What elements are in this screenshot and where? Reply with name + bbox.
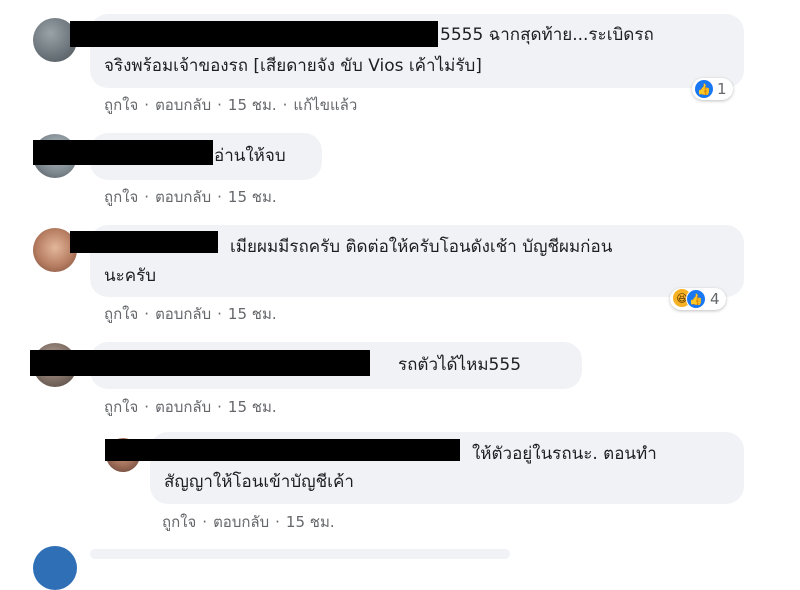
like-link[interactable]: ถูกใจ [104,305,138,323]
separator: · [144,398,150,416]
timestamp-link[interactable]: 15 ชม. [286,513,335,531]
timestamp-link[interactable]: 15 ชม. [228,188,277,206]
comment-bubble: อ่านให้จบ [33,133,322,180]
like-link[interactable]: ถูกใจ [104,398,138,416]
comment-text: เมียผมมีรถครับ ติดต่อให้ครับโอนดังเช้า บ… [230,237,613,257]
comment-text: อ่านให้จบ [214,146,286,166]
comment-bubble [90,549,510,559]
comment-text: สัญญาให้โอนเข้าบัญชีเค้า [164,472,354,492]
timestamp-link[interactable]: 15 ชม. [228,96,277,114]
reply-link[interactable]: ตอบกลับ [213,513,269,531]
timestamp-link[interactable]: 15 ชม. [228,398,277,416]
edited-label[interactable]: แก้ไขแล้ว [293,96,357,114]
timestamp-link[interactable]: 15 ชม. [228,305,277,323]
separator: · [282,96,288,114]
redacted-name [105,439,460,461]
like-link[interactable]: ถูกใจ [104,188,138,206]
separator: · [217,188,222,206]
thumbs-up-icon: 👍 [686,289,706,309]
reaction-count: 1 [717,80,727,98]
separator: · [144,96,150,114]
reply-link[interactable]: ตอบกลับ [155,305,211,323]
reaction-summary[interactable]: 👍 1 [692,78,733,100]
comment-text: 5555 ฉากสุดท้าย...ระเบิดรถ [440,25,654,45]
comment-text: ให้ตัวอยู่ในรถนะ. ตอนทำ [472,444,657,464]
reply-bubble: ให้ตัวอยู่ในรถนะ. ตอนทำ สัญญาให้โอนเข้าบ… [105,432,744,504]
separator: · [144,305,150,323]
separator: · [217,305,222,323]
comment-actions: ถูกใจ · ตอบกลับ · 15 ชม. [162,510,335,534]
avatar[interactable] [33,546,77,590]
separator: · [217,398,222,416]
reaction-summary[interactable]: 😆 👍 4 [670,288,726,310]
reaction-icons: 😆 👍 [673,289,706,309]
like-link[interactable]: ถูกใจ [162,513,196,531]
comment-text: นะครับ [104,266,157,286]
comment-text: จริงพร้อมเจ้าของรถ [เสียดายจัง ขับ Vios … [104,56,482,76]
comment-text: รถตัวได้ไหม555 [398,355,522,375]
reply-link[interactable]: ตอบกลับ [155,398,211,416]
like-link[interactable]: ถูกใจ [104,96,138,114]
separator: · [144,188,150,206]
comment-bubble: รถตัวได้ไหม555 [30,342,582,389]
comment-actions: ถูกใจ · ตอบกลับ · 15 ชม. · แก้ไขแล้ว [104,93,357,117]
comment-actions: ถูกใจ · ตอบกลับ · 15 ชม. [104,395,277,419]
redacted-name [33,140,213,165]
redacted-name [30,350,370,376]
reply-link[interactable]: ตอบกลับ [155,188,211,206]
reply-link[interactable]: ตอบกลับ [155,96,211,114]
separator: · [275,513,280,531]
redacted-name [70,21,438,47]
comment-actions: ถูกใจ · ตอบกลับ · 15 ชม. [104,302,277,326]
separator: · [217,96,222,114]
reaction-count: 4 [710,290,720,308]
comment-bubble: เมียผมมีรถครับ ติดต่อให้ครับโอนดังเช้า บ… [70,225,744,297]
separator: · [202,513,208,531]
comment-actions: ถูกใจ · ตอบกลับ · 15 ชม. [104,185,277,209]
redacted-name [70,231,218,253]
comment-bubble: 5555 ฉากสุดท้าย...ระเบิดรถ จริงพร้อมเจ้า… [70,14,744,88]
thumbs-up-icon: 👍 [695,80,713,98]
